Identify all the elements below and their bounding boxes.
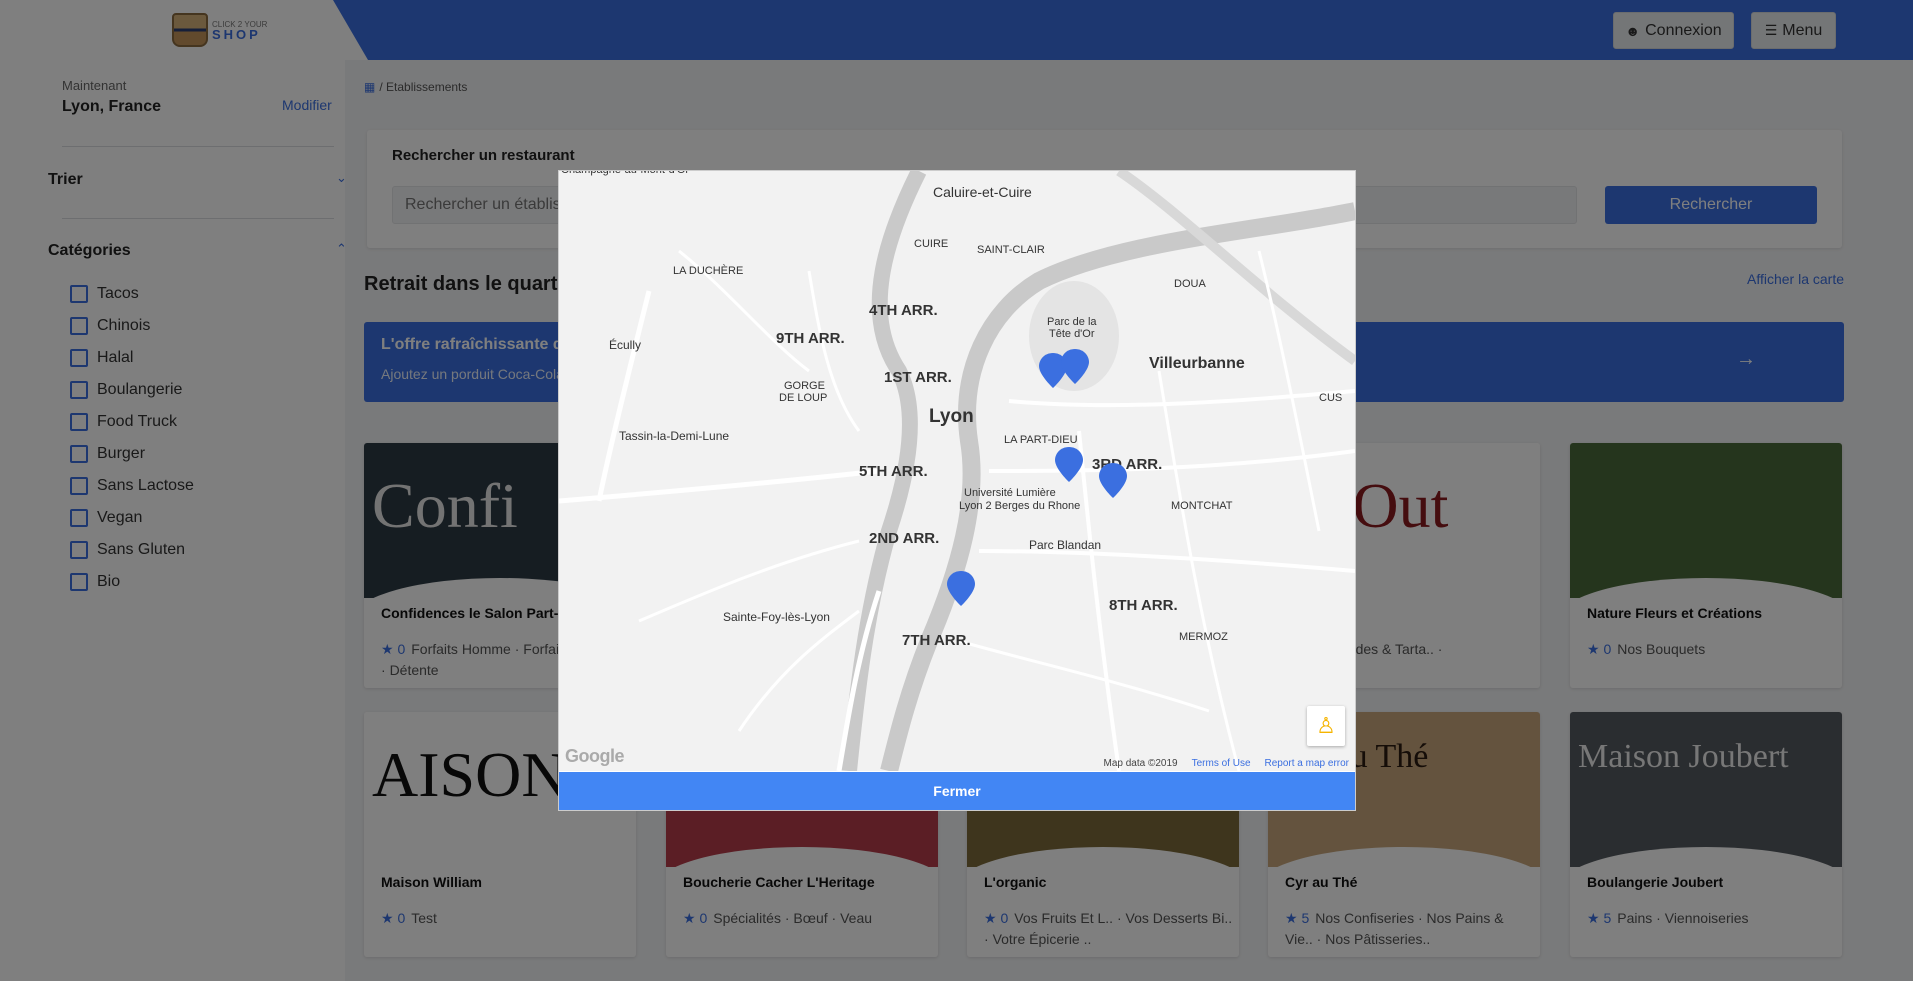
map-label: Université Lumière xyxy=(964,487,1056,499)
map-label: 1ST ARR. xyxy=(884,369,952,386)
map-label: 9TH ARR. xyxy=(776,330,845,347)
map-label: Lyon 2 Berges du Rhone xyxy=(959,500,1080,512)
map-label: Parc Blandan xyxy=(1029,538,1101,552)
map-label: Écully xyxy=(609,337,641,352)
map-label: DE LOUP xyxy=(779,392,827,404)
road xyxy=(978,549,1355,573)
report-error-link[interactable]: Report a map error xyxy=(1265,758,1349,769)
map-label: Parc de la xyxy=(1047,316,1097,328)
road xyxy=(737,609,860,732)
map-label: 5TH ARR. xyxy=(859,463,928,480)
road xyxy=(1157,370,1241,771)
map-label: 8TH ARR. xyxy=(1109,597,1178,614)
map-label: GORGE xyxy=(784,380,825,392)
road xyxy=(596,290,652,502)
map-label: SAINT-CLAIR xyxy=(977,244,1045,256)
map-label: LA DUCHÈRE xyxy=(673,264,743,277)
map-label: Sainte-Foy-lès-Lyon xyxy=(723,610,830,624)
map-label: 7TH ARR. xyxy=(902,632,971,649)
map-label: MERMOZ xyxy=(1179,631,1228,643)
map-streets: Caluire-et-Cuire CUIRE SAINT-CLAIR LA DUCHÈ… xyxy=(559,171,1355,771)
map[interactable]: Caluire-et-Cuire CUIRE SAINT-CLAIR LA DUCHÈ… xyxy=(559,171,1355,771)
map-label: Caluire-et-Cuire xyxy=(933,184,1032,200)
river-rhone xyxy=(880,202,1355,771)
close-modal-button[interactable]: Fermer xyxy=(559,772,1355,810)
map-modal: Caluire-et-Cuire CUIRE SAINT-CLAIR LA DUCHÈ… xyxy=(558,170,1356,811)
map-label: 4TH ARR. xyxy=(869,302,938,319)
map-label: CUIRE xyxy=(914,238,948,250)
map-marker[interactable] xyxy=(1099,463,1127,498)
google-logo: Google xyxy=(565,746,625,766)
road xyxy=(1257,250,1321,532)
map-label: 2ND ARR. xyxy=(869,530,939,547)
map-label: DOUA xyxy=(1174,278,1206,290)
map-label: MONTCHAT xyxy=(1171,500,1233,512)
map-marker[interactable] xyxy=(1055,447,1083,482)
pegman-icon[interactable]: ♙ xyxy=(1307,706,1345,746)
map-data-text: Map data ©2019 xyxy=(1103,758,1178,769)
map-label: Villeurbanne xyxy=(1149,355,1245,372)
map-label: Lyon xyxy=(929,406,974,427)
map-attribution: Map data ©2019 Terms of Use Report a map… xyxy=(1104,758,1349,769)
road xyxy=(1008,389,1355,408)
terms-link[interactable]: Terms of Use xyxy=(1192,758,1251,769)
road xyxy=(958,639,1210,713)
map-label: Tête d'Or xyxy=(1049,328,1095,340)
map-label: LA PART-DIEU xyxy=(1004,434,1078,446)
map-label: Tassin-la-Demi-Lune xyxy=(619,429,729,443)
canal xyxy=(1116,171,1355,366)
road xyxy=(638,539,860,623)
map-label: CUS xyxy=(1319,392,1342,404)
road xyxy=(807,270,861,432)
map-label: Champagne-au-Mont-d'Or xyxy=(561,171,689,176)
